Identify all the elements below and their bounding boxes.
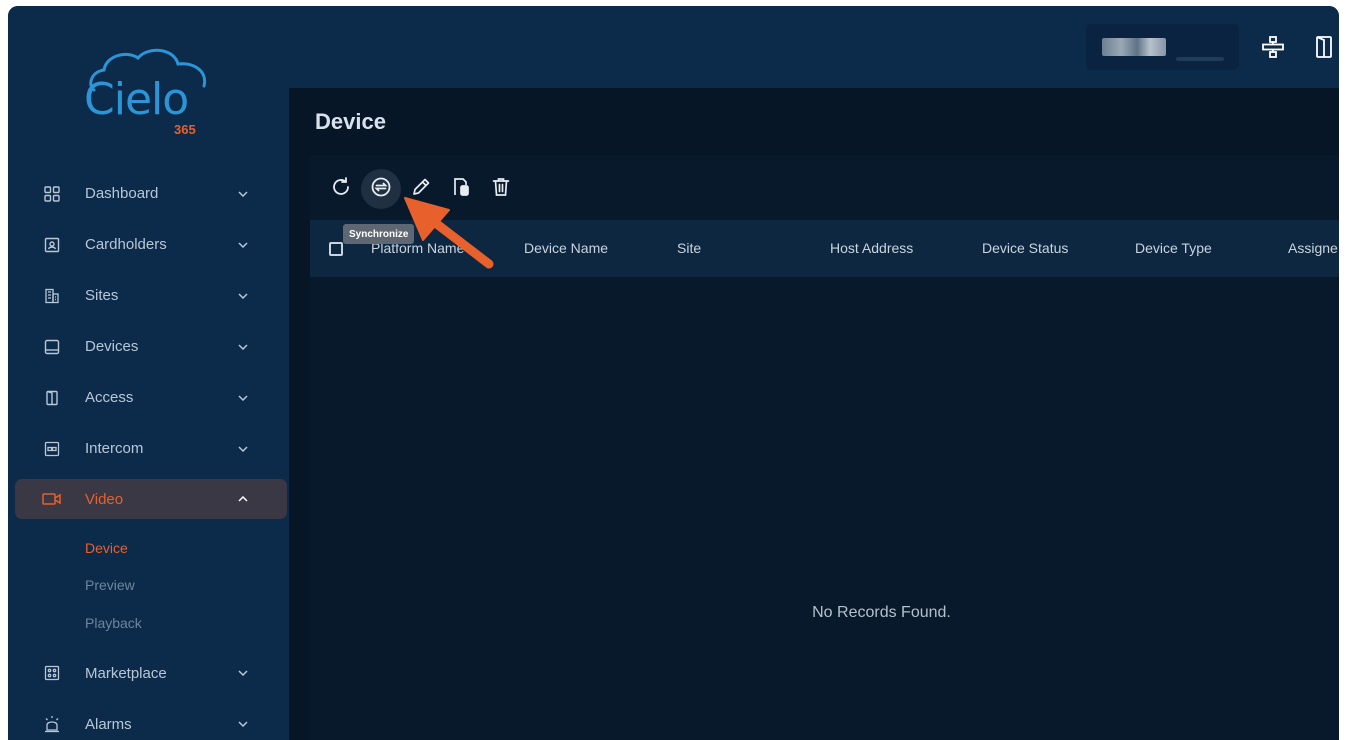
chevron-down-icon <box>237 341 249 353</box>
column-header-device-type[interactable]: Device Type <box>1135 240 1212 256</box>
submenu-item-playback[interactable]: Playback <box>8 604 289 642</box>
device-table-panel: Platform Name Device Name Site Host Addr… <box>310 155 1339 740</box>
synchronize-icon <box>370 176 392 203</box>
chevron-down-icon <box>237 188 249 200</box>
sidebar-item-label: Sites <box>85 287 119 304</box>
brand-logo[interactable]: Cielo 365 <box>82 46 216 142</box>
synchronize-tooltip: Synchronize <box>343 224 415 244</box>
column-header-assignee[interactable]: Assigne <box>1288 240 1338 256</box>
select-all-checkbox[interactable] <box>329 242 343 256</box>
sidebar-item-label: Alarms <box>85 715 132 733</box>
brand-suffix: 365 <box>174 122 196 137</box>
user-account-box[interactable] <box>1086 24 1239 70</box>
sidebar-item-alarms[interactable]: Alarms <box>8 699 289 740</box>
page-title: Device <box>315 109 386 134</box>
column-header-device-name[interactable]: Device Name <box>524 240 608 256</box>
brand-name: Cielo <box>84 74 189 125</box>
submenu-item-preview[interactable]: Preview <box>8 567 289 605</box>
chevron-down-icon <box>237 718 249 730</box>
intercom-icon <box>42 439 62 459</box>
column-header-device-status[interactable]: Device Status <box>982 240 1068 256</box>
column-header-host-address[interactable]: Host Address <box>830 240 913 256</box>
building-icon <box>42 286 62 306</box>
chevron-down-icon <box>237 443 249 455</box>
chevron-down-icon <box>237 290 249 302</box>
sidebar-item-label: Video <box>85 490 124 508</box>
sidebar-item-sites[interactable]: Sites <box>8 270 289 321</box>
device-copy-button[interactable] <box>441 169 481 209</box>
sidebar-item-intercom[interactable]: Intercom <box>8 423 289 474</box>
chevron-down-icon <box>237 239 249 251</box>
device-copy-icon <box>450 176 472 203</box>
table-header: Platform Name Device Name Site Host Addr… <box>310 220 1339 277</box>
top-bar <box>289 6 1339 88</box>
video-camera-icon <box>42 489 62 509</box>
sidebar-item-devices[interactable]: Devices <box>8 321 289 372</box>
monitor-icon <box>42 337 62 357</box>
redacted-subtext <box>1176 57 1224 61</box>
alarm-siren-icon <box>42 714 62 734</box>
edit-pencil-icon <box>410 176 432 203</box>
sidebar-item-video[interactable]: Video <box>15 479 287 519</box>
sidebar-item-dashboard[interactable]: Dashboard <box>8 168 289 219</box>
empty-state-message: No Records Found. <box>812 604 951 621</box>
synchronize-button[interactable] <box>361 169 401 209</box>
chevron-up-icon <box>237 493 249 505</box>
column-header-site[interactable]: Site <box>677 240 701 256</box>
video-submenu: Device Preview Playback <box>8 525 289 648</box>
delete-trash-icon <box>490 176 512 203</box>
door-icon <box>42 388 62 408</box>
sidebar-item-label: Access <box>85 389 134 406</box>
main-content: Device Platform Name Device Name Site Ho… <box>289 88 1339 740</box>
sidebar-item-label: Dashboard <box>85 185 159 202</box>
sidebar-nav: Dashboard Cardholders Sites Devices Acce… <box>8 168 289 740</box>
edit-button[interactable] <box>401 169 441 209</box>
sidebar-item-marketplace[interactable]: Marketplace <box>8 648 289 699</box>
logout-door-icon[interactable] <box>1311 34 1337 60</box>
chevron-down-icon <box>237 667 249 679</box>
app-window: Cielo 365 Dashboard Cardholders Sites De… <box>8 6 1339 740</box>
sidebar-item-label: Intercom <box>85 440 144 457</box>
delete-button[interactable] <box>481 169 521 209</box>
sidebar-item-label: Cardholders <box>85 236 167 253</box>
table-toolbar <box>310 155 1339 220</box>
sidebar-item-cardholders[interactable]: Cardholders <box>8 219 289 270</box>
chevron-down-icon <box>237 392 249 404</box>
sidebar-item-label: Marketplace <box>85 664 167 682</box>
submenu-item-device[interactable]: Device <box>8 529 289 567</box>
dashboard-grid-icon <box>42 184 62 204</box>
sidebar: Cielo 365 Dashboard Cardholders Sites De… <box>8 6 289 740</box>
network-icon[interactable] <box>1260 34 1286 60</box>
refresh-icon <box>330 176 352 203</box>
redacted-username <box>1102 38 1166 56</box>
marketplace-icon <box>42 663 62 683</box>
refresh-button[interactable] <box>321 169 361 209</box>
sidebar-item-label: Devices <box>85 338 139 355</box>
sidebar-item-access[interactable]: Access <box>8 372 289 423</box>
id-card-icon <box>42 235 62 255</box>
